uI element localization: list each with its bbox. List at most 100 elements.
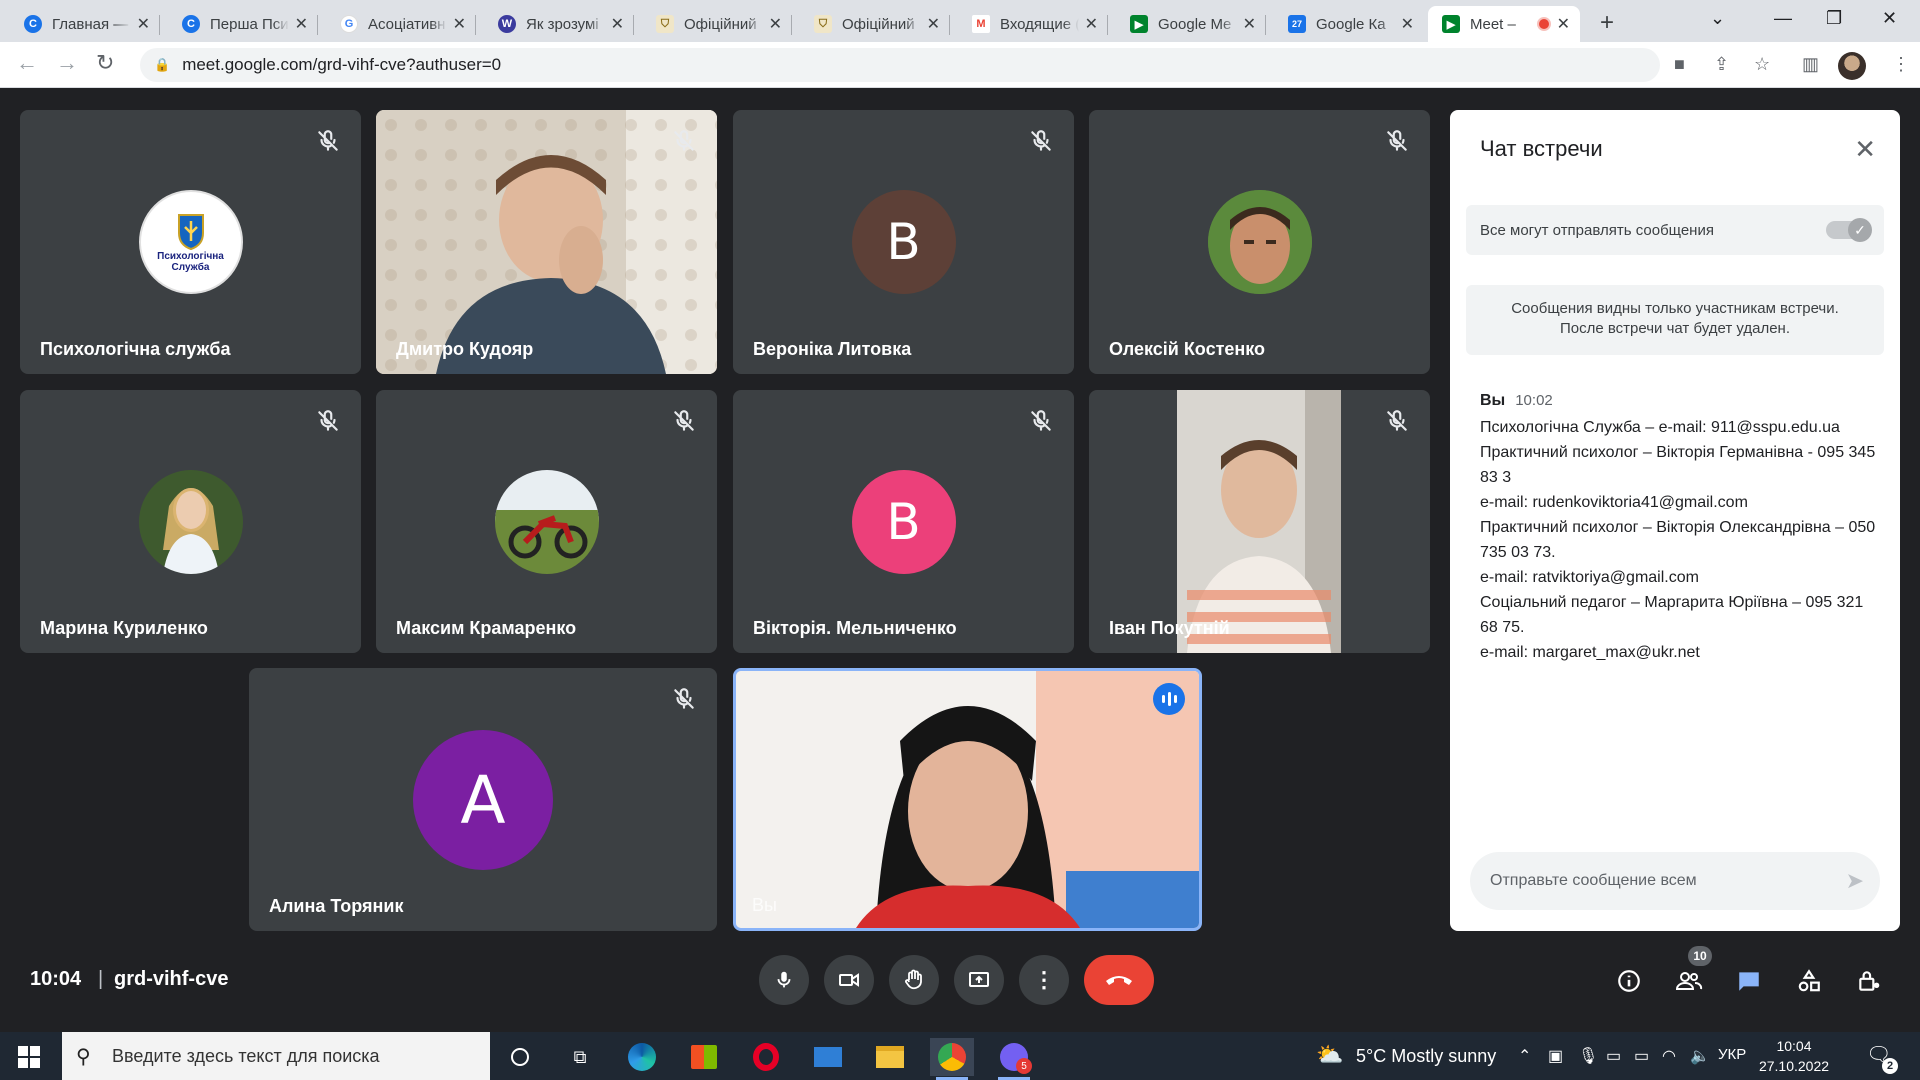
photo-avatar <box>494 470 599 574</box>
opera-browser-icon[interactable] <box>744 1038 788 1076</box>
participant-tile[interactable]: Психологічна Служба Психологічна служба <box>20 110 361 374</box>
tab-5[interactable]: ⛉ Офіційний ✕ <box>642 6 792 42</box>
close-icon[interactable]: ✕ <box>1085 14 1098 34</box>
close-icon[interactable]: ✕ <box>1401 14 1414 34</box>
more-options-button[interactable]: ⋮ <box>1019 955 1069 1005</box>
volume-icon[interactable]: 🔈 <box>1690 1046 1710 1066</box>
profile-avatar[interactable] <box>1838 52 1866 80</box>
task-view-icon[interactable]: ⧉ <box>558 1038 602 1076</box>
raise-hand-button[interactable] <box>889 955 939 1005</box>
participant-tile[interactable]: Марина Куриленко <box>20 390 361 653</box>
tab-8[interactable]: ▶ Google Me ✕ <box>1116 6 1266 42</box>
weather-icon[interactable]: ⛅ <box>1316 1042 1343 1068</box>
mail-icon[interactable] <box>806 1038 850 1076</box>
display-icon[interactable]: ▭ <box>1606 1046 1621 1066</box>
forward-icon[interactable]: → <box>56 50 78 76</box>
participant-tile[interactable]: В Вікторія. Мельниченко <box>733 390 1074 653</box>
present-icon <box>969 972 989 987</box>
device-icon[interactable]: ▣ <box>1548 1046 1563 1066</box>
participant-tile[interactable]: А Алина Торяник <box>249 668 717 931</box>
weather-text[interactable]: 5°C Mostly sunny <box>1356 1046 1496 1067</box>
maximize-icon[interactable]: ❐ <box>1826 8 1842 29</box>
tab-search-icon[interactable]: ⌄ <box>1710 8 1725 29</box>
tab-3[interactable]: G Асоціативн ✕ <box>326 6 476 42</box>
search-placeholder: Введите здесь текст для поиска <box>112 1045 380 1066</box>
wifi-icon[interactable]: ◠ <box>1662 1046 1676 1066</box>
close-icon[interactable]: ✕ <box>1557 14 1570 34</box>
menu-kebab-icon[interactable]: ⋮ <box>1892 54 1910 75</box>
chat-panel: Чат встречи ✕ Все могут отправлять сообщ… <box>1450 110 1900 931</box>
tab-1[interactable]: C Главная — ✕ <box>10 6 160 42</box>
meeting-clock: 10:04 <box>30 968 82 990</box>
tab-9[interactable]: 27 Google Ка ✕ <box>1274 6 1424 42</box>
meet-icon: ▶ <box>1130 15 1148 33</box>
tab-4[interactable]: W Як зрозумі ✕ <box>484 6 634 42</box>
chat-button[interactable] <box>1734 966 1764 996</box>
check-icon: ✓ <box>1848 218 1872 242</box>
close-icon[interactable]: ✕ <box>769 14 782 34</box>
leave-call-button[interactable] <box>1084 955 1154 1005</box>
reload-icon[interactable]: ↻ <box>96 50 114 76</box>
battery-icon[interactable]: ▭ <box>1634 1046 1649 1066</box>
minimize-icon[interactable]: — <box>1774 8 1792 29</box>
close-window-icon[interactable]: ✕ <box>1882 8 1897 29</box>
send-icon[interactable]: ➤ <box>1846 868 1864 894</box>
back-icon[interactable]: ← <box>16 50 38 76</box>
camera-in-use-icon[interactable]: ■ <box>1674 54 1685 75</box>
close-icon[interactable]: ✕ <box>453 14 466 34</box>
share-icon[interactable]: ⇪ <box>1714 54 1729 75</box>
people-count-badge: 10 <box>1688 946 1712 966</box>
microphone-tray-icon[interactable]: 🎙 <box>1578 1046 1598 1066</box>
address-bar[interactable]: 🔒 meet.google.com/grd-vihf-cve?authuser=… <box>140 48 1660 82</box>
host-controls-button[interactable] <box>1854 966 1884 996</box>
taskbar-time: 10:04 <box>1776 1038 1812 1054</box>
close-icon[interactable]: ✕ <box>611 14 624 34</box>
cortana-icon[interactable] <box>498 1038 542 1076</box>
windows-start-icon[interactable] <box>18 1046 40 1068</box>
self-view-tile[interactable]: Вы <box>733 668 1202 931</box>
close-icon[interactable]: ✕ <box>927 14 940 34</box>
viber-icon[interactable]: 5 <box>992 1038 1036 1080</box>
activities-button[interactable] <box>1794 966 1824 996</box>
edge-browser-icon[interactable] <box>620 1038 664 1076</box>
new-tab-button[interactable]: + <box>1600 9 1614 37</box>
tab-meet-active[interactable]: ▶ Meet – ✕ <box>1428 6 1580 42</box>
participant-tile[interactable]: Дмитро Кудояр <box>376 110 717 374</box>
file-explorer-icon[interactable] <box>868 1038 912 1076</box>
lock-person-icon <box>1859 971 1880 991</box>
tab-6[interactable]: ⛉ Офіційний ✕ <box>800 6 950 42</box>
close-icon[interactable]: ✕ <box>137 14 150 34</box>
camera-button[interactable] <box>824 955 874 1005</box>
language-indicator[interactable]: УКР <box>1718 1046 1746 1063</box>
tab-label: Перша Пси <box>210 15 289 33</box>
participant-tile[interactable]: Максим Крамаренко <box>376 390 717 653</box>
chrome-browser-icon[interactable] <box>930 1038 974 1080</box>
people-button[interactable] <box>1674 966 1704 996</box>
microsoft-store-icon[interactable] <box>682 1038 726 1076</box>
present-screen-button[interactable] <box>954 955 1004 1005</box>
tab-2[interactable]: C Перша Пси ✕ <box>168 6 318 42</box>
tray-chevron-icon[interactable]: ⌃ <box>1518 1046 1531 1066</box>
lock-icon[interactable]: 🔒 <box>154 57 170 73</box>
chat-message-input[interactable]: Отправьте сообщение всем ➤ <box>1470 852 1880 910</box>
bookmark-star-icon[interactable]: ☆ <box>1754 54 1770 75</box>
side-panel-icon[interactable]: ▥ <box>1802 54 1819 75</box>
meeting-details-button[interactable] <box>1614 966 1644 996</box>
microphone-button[interactable] <box>759 955 809 1005</box>
mic-off-icon <box>1031 130 1051 151</box>
participant-tile[interactable]: Олексій Костенко <box>1089 110 1430 374</box>
notice-line: Сообщения видны только участникам встреч… <box>1511 300 1839 317</box>
tab-label: Meet – <box>1470 15 1516 33</box>
participant-tile[interactable]: В Вероніка Литовка <box>733 110 1074 374</box>
allow-messages-toggle[interactable]: ✓ <box>1826 218 1872 242</box>
close-icon[interactable]: ✕ <box>1854 134 1876 165</box>
participant-tile[interactable]: Іван Покутній <box>1089 390 1430 653</box>
w-icon: W <box>498 15 516 33</box>
taskbar-search-box[interactable]: ⚲ Введите здесь текст для поиска <box>62 1032 490 1080</box>
close-icon[interactable]: ✕ <box>1243 14 1256 34</box>
taskbar-clock[interactable]: 10:04 27.10.2022 <box>1754 1036 1834 1076</box>
organization-logo-avatar: Психологічна Служба <box>138 190 243 294</box>
tab-7[interactable]: M Входящие ( ✕ <box>958 6 1108 42</box>
browser-tab-strip: C Главная — ✕ C Перша Пси ✕ G Асоціативн… <box>0 0 1920 42</box>
close-icon[interactable]: ✕ <box>295 14 308 34</box>
